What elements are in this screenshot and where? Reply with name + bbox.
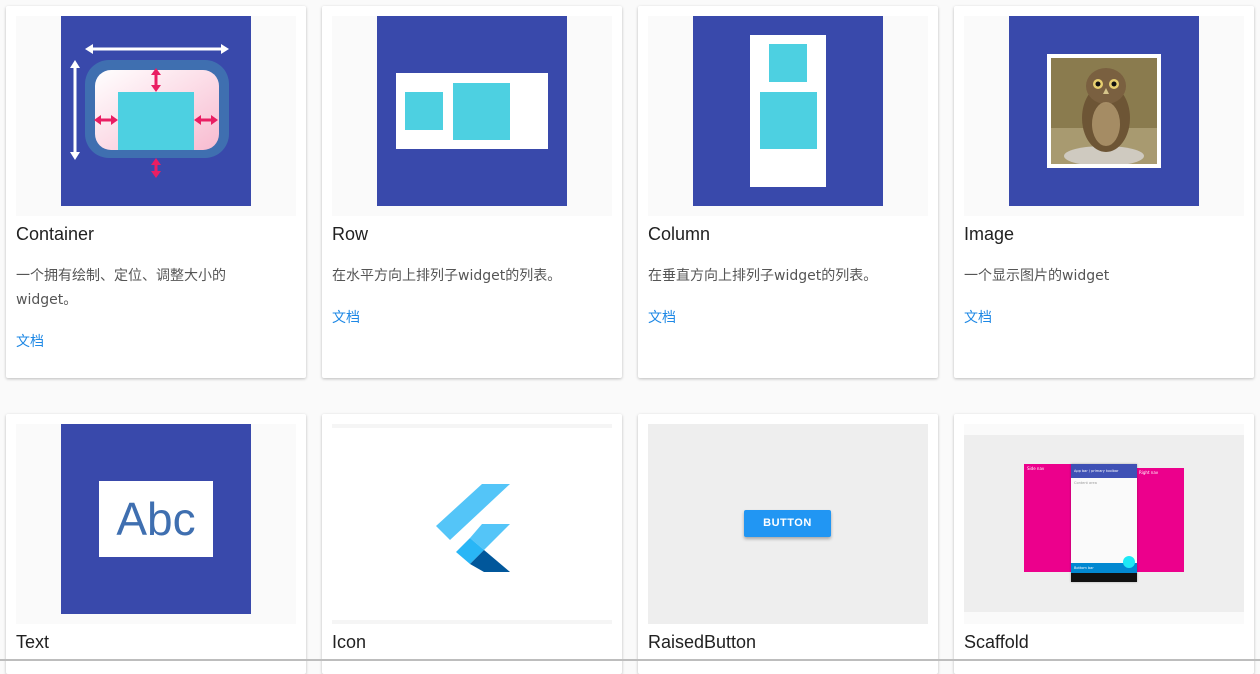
right-drawer-label: Right nav — [1139, 470, 1159, 475]
nav-bar — [1071, 573, 1137, 582]
column-illustration — [693, 16, 883, 206]
phone-screen: App bar / primary toolbar Content area B… — [1071, 464, 1137, 582]
card-title: Row — [332, 224, 369, 244]
image-thumbnail — [964, 16, 1244, 216]
raisedbutton-thumbnail: BUTTON — [648, 424, 928, 624]
icon-thumbnail — [332, 424, 612, 624]
card-title: Text — [16, 632, 50, 652]
text-thumbnail: Abc — [16, 424, 296, 624]
left-drawer: Side nav — [1024, 464, 1072, 572]
card-description: 在水平方向上排列子widget的列表。 — [332, 268, 562, 284]
card-title: Container — [16, 224, 95, 244]
card-title: RaisedButton — [648, 632, 757, 652]
app-bar: App bar / primary toolbar — [1071, 464, 1137, 478]
widget-card-row[interactable]: Row 在水平方向上排列子widget的列表。 文档 — [322, 6, 622, 378]
content-area-label: Content area — [1074, 481, 1097, 485]
sample-button: BUTTON — [744, 510, 831, 537]
widget-card-container[interactable]: Container 一个拥有绘制、定位、调整大小的 widget。 文档 — [6, 6, 306, 378]
card-description: 在垂直方向上排列子widget的列表。 — [648, 268, 878, 284]
card-description: 一个拥有绘制、定位、调整大小的 widget。 — [16, 268, 226, 308]
widget-card-icon[interactable]: Icon — [322, 414, 622, 674]
docs-link[interactable]: 文档 — [648, 307, 676, 327]
image-illustration — [1009, 16, 1199, 206]
abc-sample-text: Abc — [116, 493, 196, 545]
container-illustration — [61, 16, 251, 206]
left-drawer-label: Side nav — [1027, 466, 1045, 471]
widget-card-scaffold[interactable]: Side nav Right nav App bar / primary too… — [954, 414, 1254, 674]
row-illustration — [377, 16, 567, 206]
fab-icon — [1123, 556, 1135, 568]
right-drawer: Right nav — [1136, 468, 1184, 572]
owl-photo-icon — [1051, 58, 1157, 164]
docs-link[interactable]: 文档 — [332, 307, 360, 327]
widget-card-text[interactable]: Abc Text — [6, 414, 306, 674]
widget-card-image[interactable]: Image 一个显示图片的widget 文档 — [954, 6, 1254, 378]
text-illustration: Abc — [61, 424, 251, 614]
scaffold-thumbnail: Side nav Right nav App bar / primary too… — [964, 424, 1244, 624]
row-thumbnail — [332, 16, 612, 216]
card-title: Icon — [332, 632, 367, 652]
docs-link[interactable]: 文档 — [964, 307, 992, 327]
flutter-logo-icon — [436, 484, 510, 572]
container-diagram-icon — [70, 44, 229, 178]
card-description: 一个显示图片的widget — [964, 268, 1110, 284]
docs-link[interactable]: 文档 — [16, 331, 44, 351]
card-title: Scaffold — [964, 632, 1029, 652]
widget-card-raisedbutton[interactable]: BUTTON RaisedButton — [638, 414, 938, 674]
container-thumbnail — [16, 16, 296, 216]
widget-card-column[interactable]: Column 在垂直方向上排列子widget的列表。 文档 — [638, 6, 938, 378]
card-title: Image — [964, 224, 1015, 244]
scaffold-illustration: Side nav Right nav App bar / primary too… — [964, 435, 1244, 612]
column-thumbnail — [648, 16, 928, 216]
card-title: Column — [648, 224, 711, 244]
